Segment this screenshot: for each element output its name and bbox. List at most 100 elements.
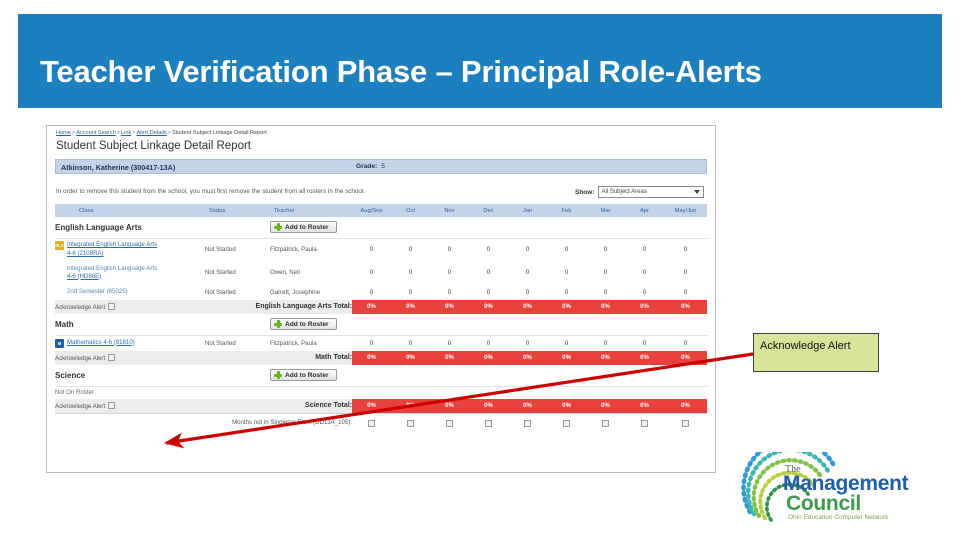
subject-group-header: Math Add to Roster [55, 314, 707, 335]
table-row: ELA Integrated English Language Arts 4-6 … [55, 238, 707, 261]
month-value: 0 [564, 269, 569, 276]
month-value: 0 [525, 339, 530, 347]
month-value: 0 [447, 246, 452, 254]
month-checkbox[interactable] [485, 419, 492, 427]
month-checkbox-cell[interactable] [625, 413, 664, 432]
month-checkbox-cell[interactable] [391, 413, 430, 432]
page-title: Teacher Verification Phase – Principal R… [40, 54, 762, 89]
subject-area-select[interactable]: All Subject Areas [597, 186, 704, 198]
total-percent: 0% [352, 300, 391, 314]
class-code-link[interactable]: 4-6 (HD66E) [55, 273, 101, 281]
month-checkbox[interactable] [641, 419, 648, 427]
total-percent: 0% [625, 351, 664, 365]
column-header-dec: Dec [483, 207, 494, 214]
month-value: 0 [642, 269, 647, 276]
total-percent: 0% [664, 351, 707, 365]
month-checkbox[interactable] [524, 419, 531, 427]
class-link[interactable]: Integrated English Language Arts [67, 241, 157, 248]
subject-linkage-table: Class Status Teacher Aug/Sep Oct Nov Dec… [55, 204, 707, 432]
month-checkbox[interactable] [602, 419, 609, 427]
acknowledge-alert-checkbox[interactable] [108, 354, 116, 361]
total-percent: 0% [430, 351, 469, 365]
subject-group-name: Math [55, 319, 74, 329]
month-checkbox[interactable] [407, 419, 414, 427]
breadcrumb-item-home[interactable]: Home [56, 130, 71, 136]
month-value: 0 [603, 269, 608, 276]
month-value: 0 [408, 246, 413, 254]
breadcrumb-item-account-search[interactable]: Account Search [76, 130, 116, 136]
total-percent: 0% [508, 351, 547, 365]
class-name: Integrated English Language Arts [67, 264, 158, 272]
month-checkbox-cell[interactable] [352, 413, 391, 432]
acknowledge-alert-label: Acknowledge Alert [55, 402, 106, 410]
month-checkbox-cell[interactable] [430, 413, 469, 432]
total-percent: 0% [547, 351, 586, 365]
month-value: 0 [683, 269, 688, 276]
month-value: 0 [683, 339, 688, 347]
breadcrumb: Home>Account Search>Link>Alert Details>S… [56, 130, 267, 136]
add-to-roster-button[interactable]: Add to Roster [270, 318, 337, 331]
month-value: 0 [642, 339, 647, 347]
month-checkbox[interactable] [446, 419, 453, 427]
month-checkbox-cell[interactable] [469, 413, 508, 432]
status-cell: Not Started [205, 339, 236, 347]
acknowledge-alert-row: Acknowledge Alert English Language Arts … [55, 300, 707, 314]
month-checkbox[interactable] [563, 419, 570, 427]
logo-council-text: Council [786, 492, 861, 515]
total-percent: 0% [430, 399, 469, 413]
status-cell: Not Started [205, 246, 236, 254]
acknowledge-alert-label: Acknowledge Alert [55, 355, 106, 362]
plus-icon [274, 320, 282, 329]
column-header-feb: Feb [561, 207, 572, 214]
month-value: 0 [408, 269, 413, 276]
breadcrumb-item-link[interactable]: Link [121, 130, 131, 136]
month-checkbox-cell[interactable] [586, 413, 625, 432]
month-checkbox[interactable] [682, 419, 689, 427]
column-header-teacher: Teacher [274, 207, 295, 214]
show-filter-label: Show: [575, 188, 595, 196]
add-to-roster-label: Add to Roster [285, 371, 329, 379]
student-grade-value: 5 [381, 163, 385, 170]
breadcrumb-item-alert-details[interactable]: Alert Details [137, 130, 167, 136]
subject-area-select-value: All Subject Areas [601, 189, 647, 195]
table-row: Integrated English Language Arts 4-6 (HD… [55, 261, 707, 284]
add-to-roster-button[interactable]: Add to Roster [270, 369, 337, 382]
month-value: 0 [369, 339, 374, 347]
add-to-roster-button[interactable]: Add to Roster [270, 221, 337, 234]
plus-icon [274, 223, 282, 232]
total-percent: 0% [352, 399, 391, 413]
class-cell: 2nd Semester (65025) [55, 284, 205, 300]
class-cell: ELA Integrated English Language Arts 4-6 … [55, 238, 205, 261]
management-council-logo: The Management Council Ohio Education Co… [738, 437, 938, 532]
month-checkbox-cell[interactable] [508, 413, 547, 432]
total-percent: 0% [352, 351, 391, 365]
logo-tagline: Ohio Education Computer Network [788, 514, 889, 521]
month-checkbox-cell[interactable] [547, 413, 586, 432]
month-value: 0 [369, 246, 374, 254]
month-value: 0 [525, 269, 530, 276]
breadcrumb-current: Student Subject Linkage Detail Report [171, 130, 267, 136]
acknowledge-alert-checkbox[interactable] [108, 401, 116, 409]
column-header-oct: Oct [405, 207, 416, 214]
month-checkbox-cell[interactable] [664, 413, 707, 432]
total-percent: 0% [625, 399, 664, 413]
month-value: 0 [683, 288, 688, 296]
total-percent: 0% [391, 351, 430, 365]
application-screenshot: Home>Account Search>Link>Alert Details>S… [46, 125, 716, 473]
student-grade: Grade: 5 [356, 163, 385, 170]
month-checkbox[interactable] [368, 419, 375, 427]
month-value: 0 [369, 269, 374, 276]
acknowledge-alert-checkbox[interactable] [108, 303, 116, 310]
column-header-mar: Mar [600, 207, 611, 214]
total-percent: 0% [586, 399, 625, 413]
month-value: 0 [642, 246, 647, 254]
removal-notice-text: In order to remove this student from the… [56, 188, 366, 195]
student-header-bar: Atkinson, Katherine (300417-13A) Grade: 5 [55, 159, 707, 174]
total-percent: 0% [391, 300, 430, 314]
class-link[interactable]: Mathematics 4-6 (91810) [67, 339, 135, 346]
total-percent: 0% [508, 300, 547, 314]
show-filter: Show: All Subject Areas [575, 186, 704, 198]
add-to-roster-label: Add to Roster [285, 320, 329, 328]
column-header-may-jun: May/Jun [674, 207, 697, 214]
class-code-link[interactable]: 4-6 (2108RA) [55, 250, 104, 258]
